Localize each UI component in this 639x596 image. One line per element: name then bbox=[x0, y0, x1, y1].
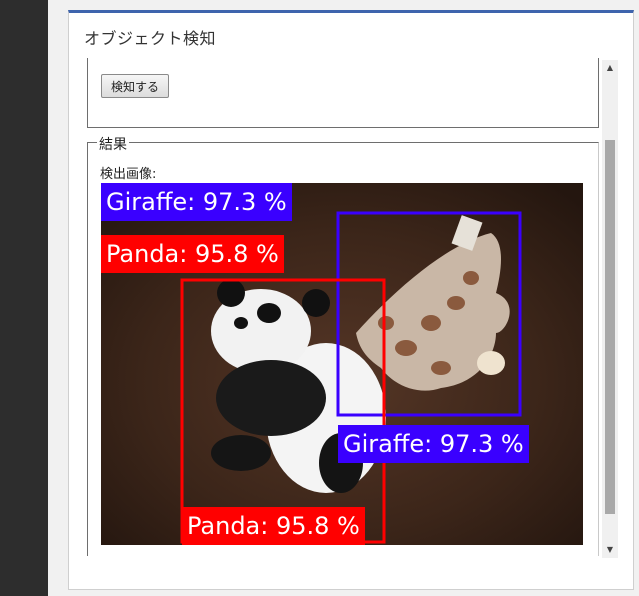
detected-image: Giraffe: 97.3 % Panda: 95.8 % Giraffe: 9… bbox=[101, 183, 583, 545]
giraffe-label-top: Giraffe: 97.3 % bbox=[101, 183, 292, 221]
detect-button[interactable]: 検知する bbox=[101, 74, 169, 98]
action-fieldset: 検知する bbox=[87, 58, 599, 128]
left-sidebar bbox=[0, 0, 48, 596]
panel-title: オブジェクト検知 bbox=[84, 29, 217, 48]
vertical-scrollbar[interactable]: ▲ ▼ bbox=[602, 60, 618, 558]
detected-image-label: 検出画像: bbox=[100, 167, 157, 182]
panda-label-bottom: Panda: 95.8 % bbox=[182, 507, 365, 545]
scroll-region[interactable]: 検知する 結果 検出画像: Giraffe: 97.3 % Panda: 95.… bbox=[87, 58, 619, 556]
panda-label-top: Panda: 95.8 % bbox=[101, 235, 284, 273]
scroll-up-icon[interactable]: ▲ bbox=[602, 60, 618, 76]
result-legend: 結果 bbox=[97, 134, 129, 154]
scroll-down-icon[interactable]: ▼ bbox=[602, 542, 618, 558]
scrollbar-thumb[interactable] bbox=[605, 140, 615, 514]
result-fieldset: 結果 検出画像: Giraffe: 97.3 % Panda: 95.8 % G… bbox=[87, 134, 599, 556]
object-detection-panel: オブジェクト検知 検知する 結果 検出画像: Giraffe: 97.3 % P… bbox=[68, 10, 634, 590]
giraffe-label-bottom: Giraffe: 97.3 % bbox=[338, 425, 529, 463]
